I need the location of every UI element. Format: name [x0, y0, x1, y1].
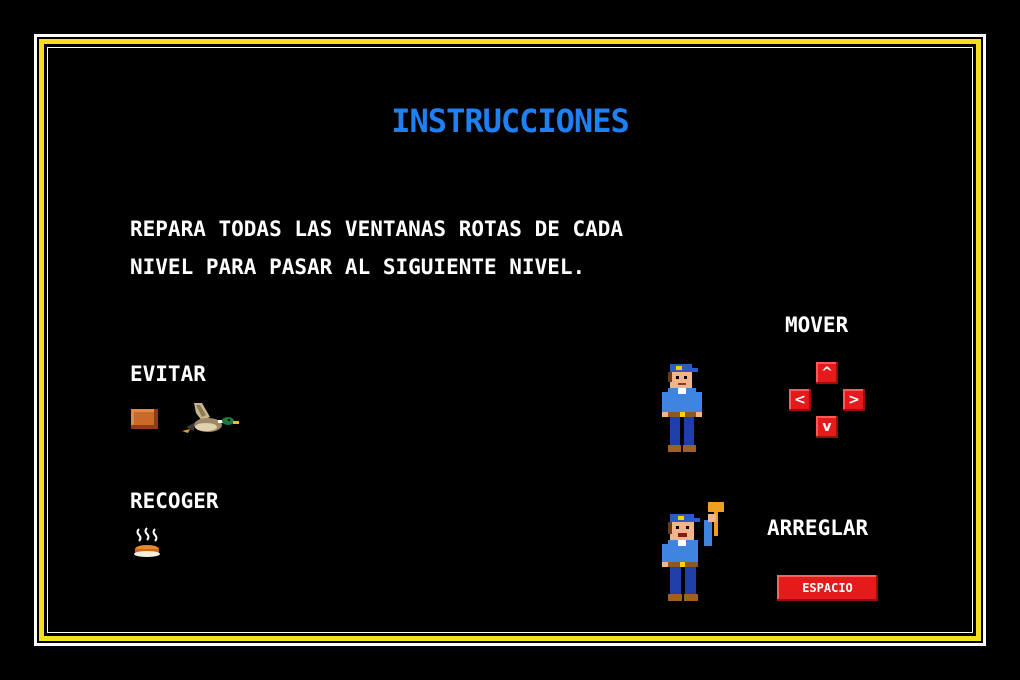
move-label: MOVER [785, 313, 849, 337]
left-arrow-key: < [789, 389, 811, 411]
fix-it-felix-hammer-sprite [662, 502, 724, 601]
screen-title: INSTRUCCIONES [391, 102, 629, 140]
brick-icon [131, 409, 158, 429]
pie-icon [134, 527, 160, 557]
right-arrow-key: > [843, 389, 865, 411]
duck-icon [182, 403, 239, 433]
fix-label: ARREGLAR [767, 516, 869, 540]
instructions-screen: INSTRUCCIONES REPARA TODAS LAS VENTANAS … [0, 0, 1020, 680]
down-arrow-key: v [816, 416, 838, 438]
avoid-label: EVITAR [130, 362, 206, 386]
fix-it-felix-standing-sprite [662, 364, 702, 452]
instructions-line-2: NIVEL PARA PASAR AL SIGUIENTE NIVEL. [130, 255, 586, 279]
instructions-line-1: REPARA TODAS LAS VENTANAS ROTAS DE CADA [130, 217, 624, 241]
collect-label: RECOGER [130, 489, 219, 513]
instructions-text: REPARA TODAS LAS VENTANAS ROTAS DE CADA … [130, 210, 623, 286]
space-key: ESPACIO [777, 575, 878, 601]
up-arrow-key: ^ [816, 362, 838, 384]
